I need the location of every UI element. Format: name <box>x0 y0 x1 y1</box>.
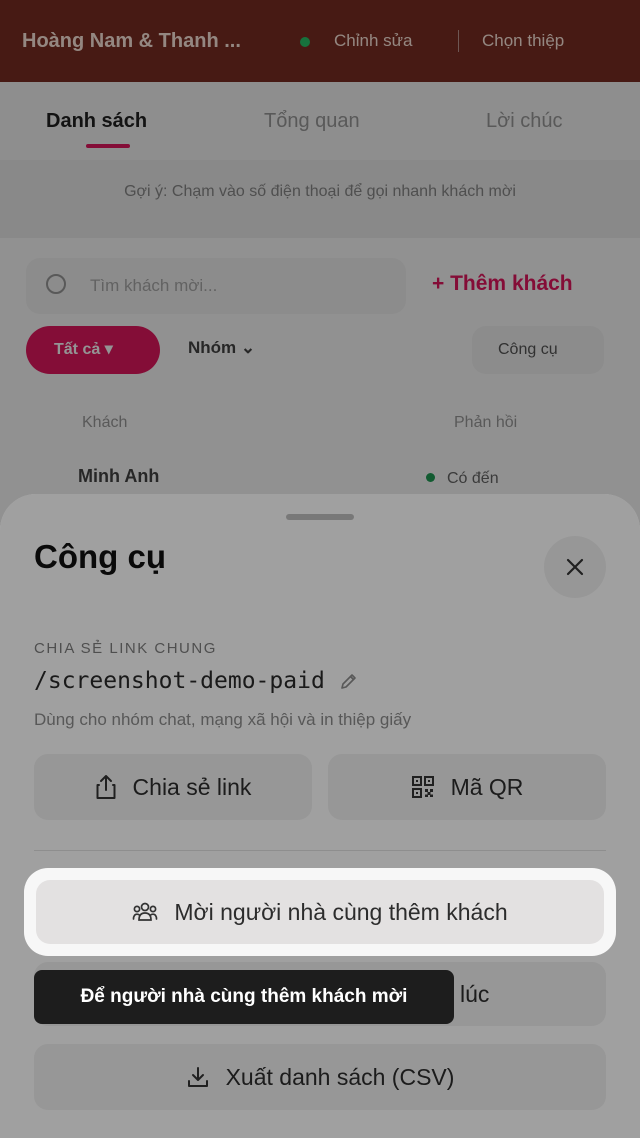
invite-family-button[interactable]: Mời người nhà cùng thêm khách <box>36 880 604 944</box>
tools-bottom-sheet: Công cụ CHIA SẺ LINK CHUNG /screenshot-d… <box>0 494 640 1138</box>
people-group-icon <box>133 902 158 921</box>
invite-family-label: Mời người nhà cùng thêm khách <box>174 898 508 925</box>
onboarding-tooltip: Để người nhà cùng thêm khách mời <box>34 970 454 1024</box>
tooltip-text: Để người nhà cùng thêm khách mời <box>80 986 408 1007</box>
sheet-overlay <box>0 494 640 1138</box>
